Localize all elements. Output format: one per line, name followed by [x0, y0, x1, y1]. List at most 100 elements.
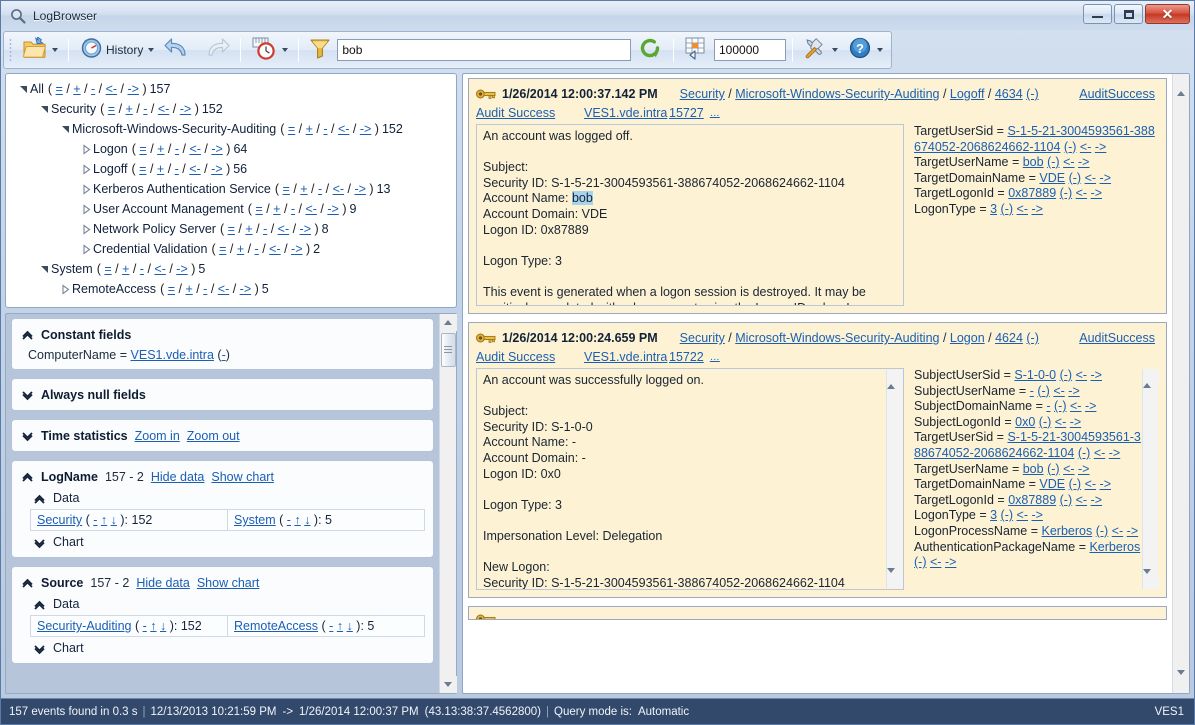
field-op-prev[interactable]: <-	[1063, 155, 1074, 169]
tree-expander-icon[interactable]	[79, 202, 93, 216]
tree-op-[interactable]: +	[73, 82, 80, 96]
tree-op-[interactable]: ->	[240, 282, 251, 296]
field-op-next[interactable]: ->	[1100, 477, 1111, 491]
stat-op[interactable]: ↑	[337, 619, 343, 633]
stat-op[interactable]: ↓	[160, 619, 166, 633]
tree-expander-icon[interactable]	[79, 242, 93, 256]
tree-op-[interactable]: ->	[211, 142, 222, 156]
field-op-prev[interactable]: <-	[1017, 202, 1028, 216]
event-field-value[interactable]: bob	[1023, 155, 1044, 169]
field-op-next[interactable]: ->	[1095, 140, 1106, 154]
tree-op-[interactable]: +	[157, 142, 164, 156]
chevron-up-icon[interactable]	[32, 597, 46, 611]
field-op-dash[interactable]: (-)	[1069, 171, 1082, 185]
tree-op-[interactable]: <-	[333, 182, 344, 196]
field-op-dash[interactable]: (-)	[1054, 399, 1067, 413]
tree-expander-icon[interactable]	[79, 162, 93, 176]
field-op-dash[interactable]: (-)	[1039, 415, 1052, 429]
field-op-prev[interactable]: <-	[1085, 477, 1096, 491]
redo-button[interactable]	[198, 35, 234, 65]
event-description[interactable]: An account was logged off. Subject: Secu…	[476, 124, 904, 306]
event-path-segment[interactable]: Microsoft-Windows-Security-Auditing	[735, 331, 939, 345]
logname-header[interactable]: LogName 157 - 2 Hide data Show chart	[20, 466, 425, 487]
event-keyword-link[interactable]: Audit Success	[476, 106, 555, 120]
help-dropdown-caret[interactable]	[877, 48, 883, 52]
tree-op-[interactable]: =	[168, 282, 175, 296]
chevron-down-icon[interactable]	[32, 641, 46, 655]
event-field-value[interactable]: 0x0	[1015, 415, 1035, 429]
logname-show-chart-link[interactable]: Show chart	[211, 470, 274, 484]
field-op-prev[interactable]: <-	[1017, 508, 1028, 522]
tree-op-[interactable]: <-	[154, 262, 165, 276]
stat-item-name[interactable]: Security	[37, 513, 82, 527]
tree-op-[interactable]: =	[288, 122, 295, 136]
tree-expander-icon[interactable]	[79, 182, 93, 196]
field-op-dash[interactable]: (-)	[1060, 186, 1073, 200]
stat-item-name[interactable]: System	[234, 513, 276, 527]
stat-op[interactable]: ↓	[347, 619, 353, 633]
tree-op-[interactable]: -	[143, 102, 147, 116]
field-op-dash[interactable]: (-)	[1047, 462, 1060, 476]
field-op-next[interactable]: ->	[945, 555, 956, 569]
field-op-prev[interactable]: <-	[1063, 462, 1074, 476]
tree-node[interactable]: Logoff( = / + / - / <- / -> ) 56	[10, 159, 452, 179]
field-op-next[interactable]: ->	[1085, 399, 1096, 413]
tree-node[interactable]: Network Policy Server( = / + / - / <- / …	[10, 219, 452, 239]
search-input[interactable]	[337, 39, 631, 61]
tree-op-[interactable]: -	[175, 142, 179, 156]
tree-op-[interactable]: ->	[300, 222, 311, 236]
field-op-prev[interactable]: <-	[1055, 415, 1066, 429]
tools-dropdown-caret[interactable]	[832, 48, 838, 52]
event-path-segment[interactable]: Security	[680, 87, 725, 101]
maximize-button[interactable]	[1114, 4, 1143, 24]
event-path-segment[interactable]: Microsoft-Windows-Security-Auditing	[735, 87, 939, 101]
tree-op-[interactable]: <-	[189, 162, 200, 176]
scrollbar-thumb[interactable]	[888, 385, 902, 415]
tree-node[interactable]: Kerberos Authentication Service( = / + /…	[10, 179, 452, 199]
tree-op-[interactable]: ->	[128, 82, 139, 96]
source-chart-subheader[interactable]: Chart	[20, 637, 425, 658]
event-record[interactable]: 1/26/2014 12:00:37.142 PM Security / Micr…	[468, 78, 1167, 314]
tree-node[interactable]: User Account Management( = / + / - / <- …	[10, 199, 452, 219]
chevron-up-icon[interactable]	[20, 576, 34, 590]
source-show-chart-link[interactable]: Show chart	[197, 576, 260, 590]
logname-chart-subheader[interactable]: Chart	[20, 531, 425, 552]
tree-op-[interactable]: +	[306, 122, 313, 136]
event-path-segment[interactable]: Logon	[950, 331, 985, 345]
stat-op[interactable]: ↑	[294, 513, 300, 527]
tree-op-[interactable]: ->	[354, 182, 365, 196]
time-range-button[interactable]	[247, 35, 292, 65]
tree-op-[interactable]: +	[185, 282, 192, 296]
field-op-dash[interactable]: (-)	[1078, 446, 1091, 460]
tree-expander-icon[interactable]	[79, 222, 93, 236]
tree-op-[interactable]: +	[300, 182, 307, 196]
undo-button[interactable]	[160, 35, 196, 65]
event-path-segment[interactable]: Logoff	[950, 87, 985, 101]
event-path-op[interactable]: (-)	[1026, 87, 1039, 101]
constant-fields-header[interactable]: Constant fields	[20, 324, 425, 345]
event-field-value[interactable]: 3	[990, 508, 997, 522]
tree-op-[interactable]: -	[263, 222, 267, 236]
tree-op-[interactable]: <-	[189, 142, 200, 156]
scroll-up-button[interactable]	[439, 314, 457, 331]
event-record[interactable]: 1/26/2014 12:00:24.659 PM Security / Micr…	[468, 322, 1167, 598]
event-record-id-link[interactable]: 15722	[669, 350, 704, 364]
tree-op-[interactable]: ->	[176, 262, 187, 276]
tree-op-[interactable]: +	[122, 262, 129, 276]
tree-expander-icon[interactable]	[16, 82, 30, 96]
scroll-down-button[interactable]	[886, 568, 903, 588]
tree-op-[interactable]: =	[283, 182, 290, 196]
tree-op-[interactable]: <-	[218, 282, 229, 296]
tree-op-[interactable]: =	[56, 82, 63, 96]
tree-op-[interactable]: ->	[360, 122, 371, 136]
tree-expander-icon[interactable]	[79, 142, 93, 156]
event-field-value[interactable]: Kerberos	[1042, 524, 1093, 538]
event-computer-link[interactable]: VES1.vde.intra	[584, 350, 667, 364]
stat-op[interactable]: ↑	[150, 619, 156, 633]
scroll-up-button[interactable]	[886, 370, 903, 389]
tree-op-[interactable]: <-	[338, 122, 349, 136]
tree-node[interactable]: Logon( = / + / - / <- / -> ) 64	[10, 139, 452, 159]
tree-op-[interactable]: -	[255, 242, 259, 256]
scroll-down-button[interactable]	[439, 676, 457, 693]
stat-op[interactable]: -	[329, 619, 333, 633]
